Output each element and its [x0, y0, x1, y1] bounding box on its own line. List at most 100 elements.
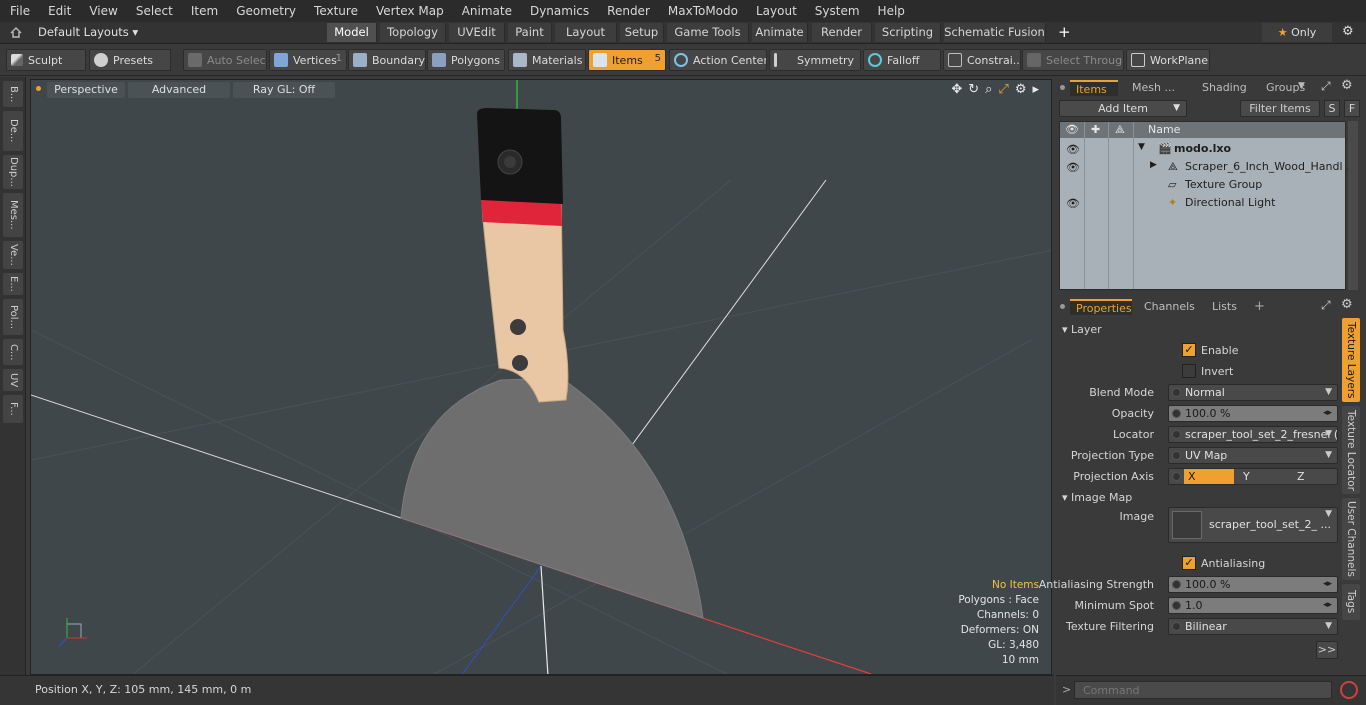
shading-mode-button[interactable]: Advanced	[128, 82, 230, 98]
layout-selector[interactable]: Default Layouts ▾	[38, 25, 138, 39]
invert-checkbox[interactable]	[1182, 364, 1196, 378]
animate-dot[interactable]	[1172, 430, 1181, 439]
tab-texture-locator[interactable]: Texture Locator	[1342, 406, 1360, 494]
left-tool-tab[interactable]: Ve...	[3, 241, 23, 269]
panel-gear-icon[interactable]: ⚙	[1341, 78, 1353, 93]
only-toggle[interactable]: ★ Only	[1262, 23, 1332, 42]
maximize-icon[interactable]: ⤢	[998, 82, 1008, 97]
tab-properties[interactable]: Properties	[1070, 299, 1132, 315]
action-center-button[interactable]: Action Center	[669, 49, 767, 71]
visibility-eye-icon[interactable]: 👁	[1066, 197, 1080, 210]
visibility-eye-icon[interactable]: 👁	[1066, 143, 1080, 156]
panel-expand-icon[interactable]: ⤢	[1321, 298, 1331, 313]
tab-shading[interactable]: Shading	[1196, 80, 1258, 96]
menu-geometry[interactable]: Geometry	[226, 4, 304, 18]
animate-dot[interactable]	[1172, 409, 1181, 418]
falloff-button[interactable]: Falloff	[863, 49, 941, 71]
view-mode-button[interactable]: Perspective	[47, 82, 125, 98]
tab-animate[interactable]: Animate	[752, 23, 808, 42]
item-row[interactable]: ▱ Texture Group	[1060, 176, 1345, 194]
expand-arrow-icon[interactable]: ▶	[1150, 160, 1157, 170]
presets-button[interactable]: Presets	[89, 49, 171, 71]
left-tool-tab[interactable]: Mes...	[3, 193, 23, 237]
zoom-view-icon[interactable]: ⌕	[985, 82, 992, 97]
menu-render[interactable]: Render	[597, 4, 658, 18]
menu-item[interactable]: Item	[181, 4, 226, 18]
item-row[interactable]: 👁 ▶ ⟁ Scraper_6_Inch_Wood_Handl ...	[1060, 158, 1356, 176]
animate-dot[interactable]	[1172, 451, 1181, 460]
menu-dynamics[interactable]: Dynamics	[520, 4, 597, 18]
filter-f-button[interactable]: F	[1344, 100, 1360, 117]
antialiasing-checkbox[interactable]: ✓	[1182, 556, 1196, 570]
tab-uvedit[interactable]: UVEdit	[449, 23, 505, 42]
add-item-button[interactable]: Add Item ▼	[1059, 100, 1187, 117]
item-row[interactable]: 👁 ✦ Directional Light	[1060, 194, 1345, 212]
tab-layout[interactable]: Layout	[555, 23, 617, 42]
menu-maxtomodo[interactable]: MaxToModo	[658, 4, 746, 18]
animate-dot[interactable]	[1172, 388, 1181, 397]
record-icon[interactable]	[1340, 681, 1358, 699]
viewport-menu-dot[interactable]	[36, 86, 41, 91]
left-tool-tab[interactable]: Dup...	[3, 155, 23, 189]
tex-filter-select[interactable]: Bilinear ▼	[1168, 618, 1338, 635]
axis-x-button[interactable]: X	[1184, 469, 1234, 484]
menu-texture[interactable]: Texture	[304, 4, 366, 18]
projection-type-select[interactable]: UV Map ▼	[1168, 447, 1338, 464]
panel-expand-icon[interactable]: ⤢	[1321, 79, 1331, 94]
left-tool-tab[interactable]: Pol...	[3, 299, 23, 335]
viewport-expand-icon[interactable]: ▸	[1032, 82, 1039, 97]
vertices-button[interactable]: Vertices 1	[269, 49, 347, 71]
layer-section-header[interactable]: ▾ Layer	[1062, 323, 1102, 336]
more-button[interactable]: >>	[1316, 641, 1338, 659]
menu-animate[interactable]: Animate	[452, 4, 520, 18]
polygons-button[interactable]: Polygons	[427, 49, 505, 71]
animate-dot[interactable]	[1172, 601, 1181, 610]
items-scrollbar[interactable]	[1348, 121, 1358, 290]
tab-channels[interactable]: Channels	[1138, 299, 1198, 315]
image-map-section-header[interactable]: ▾ Image Map	[1062, 491, 1132, 504]
animate-dot[interactable]	[1172, 580, 1181, 589]
menu-help[interactable]: Help	[868, 4, 913, 18]
move-view-icon[interactable]: ✥	[951, 82, 962, 97]
menu-edit[interactable]: Edit	[38, 4, 79, 18]
materials-button[interactable]: Materials	[508, 49, 586, 71]
sculpt-button[interactable]: Sculpt	[6, 49, 86, 71]
tab-user-channels[interactable]: User Channels	[1342, 498, 1360, 580]
raygl-button[interactable]: Ray GL: Off	[233, 82, 335, 98]
boundary-button[interactable]: Boundary	[348, 49, 426, 71]
left-tool-tab[interactable]: F...	[3, 395, 23, 423]
tab-setup[interactable]: Setup	[620, 23, 664, 42]
menu-file[interactable]: File	[0, 4, 38, 18]
workplane-button[interactable]: WorkPlane	[1126, 49, 1210, 71]
tab-scripting[interactable]: Scripting	[875, 23, 941, 42]
animate-dot[interactable]	[1172, 622, 1181, 631]
tab-model[interactable]: Model	[327, 23, 377, 42]
command-input[interactable]	[1074, 681, 1332, 699]
tab-game-tools[interactable]: Game Tools	[667, 23, 749, 42]
add-tab-icon[interactable]: +	[1058, 23, 1071, 41]
left-tool-tab[interactable]: De...	[3, 111, 23, 151]
axis-z-button[interactable]: Z	[1293, 469, 1337, 484]
viewport-settings-icon[interactable]: ⚙	[1015, 82, 1027, 97]
image-select[interactable]: scraper_tool_set_2_ ... ▼	[1168, 507, 1338, 543]
filter-items-field[interactable]: Filter Items	[1240, 100, 1320, 117]
slider-arrows-icon[interactable]: ◂▸	[1323, 406, 1332, 421]
enable-checkbox[interactable]: ✓	[1182, 343, 1196, 357]
visibility-eye-icon[interactable]: 👁	[1066, 161, 1080, 174]
panel-menu-dot[interactable]	[1060, 304, 1065, 309]
tab-paint[interactable]: Paint	[508, 23, 552, 42]
left-tool-tab[interactable]: UV	[3, 369, 23, 391]
slider-arrows-icon[interactable]: ◂▸	[1323, 598, 1332, 613]
animate-dot[interactable]	[1172, 472, 1181, 481]
menu-view[interactable]: View	[79, 4, 125, 18]
menu-vertex-map[interactable]: Vertex Map	[366, 4, 452, 18]
menu-layout[interactable]: Layout	[746, 4, 805, 18]
rotate-view-icon[interactable]: ↻	[968, 82, 979, 97]
filter-s-button[interactable]: S	[1324, 100, 1340, 117]
menu-system[interactable]: System	[805, 4, 868, 18]
locator-select[interactable]: scraper_tool_set_2_fresnel ( ... ▼	[1168, 426, 1338, 443]
constraints-button[interactable]: Constrai...	[943, 49, 1021, 71]
add-tab-icon[interactable]: +	[1254, 299, 1265, 314]
tab-tags[interactable]: Tags	[1342, 584, 1360, 620]
item-row[interactable]: 👁 ▼ 🎬 modo.lxo	[1060, 140, 1345, 158]
